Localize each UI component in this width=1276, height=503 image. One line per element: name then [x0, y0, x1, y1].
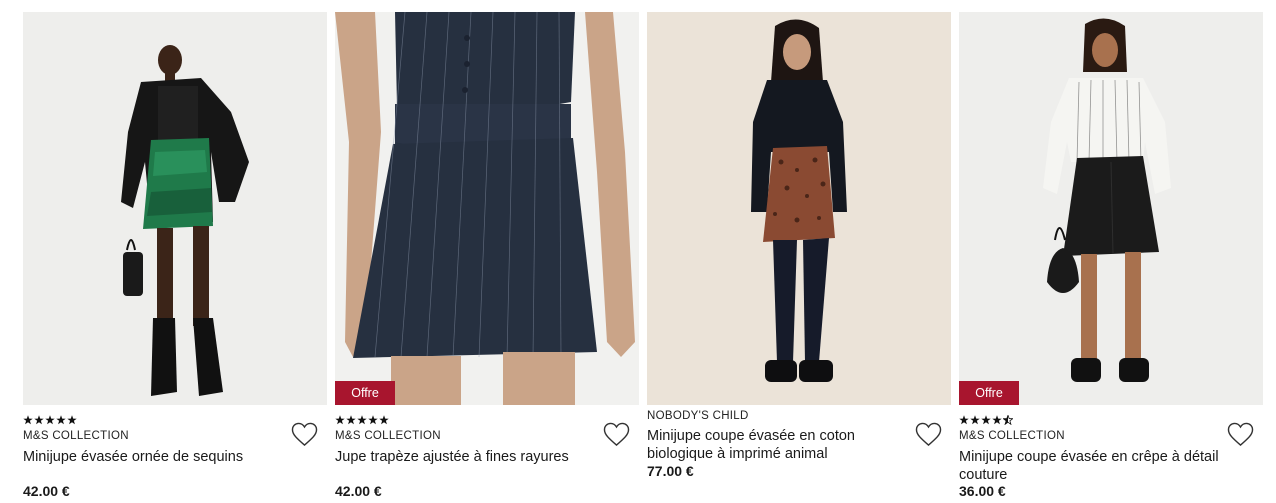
star-icon	[23, 415, 33, 425]
product-info: M&S COLLECTION Minijupe évasée ornée de …	[23, 413, 327, 503]
offer-badge[interactable]: Offre	[335, 381, 395, 405]
product-info: NOBODY'S CHILD Minijupe coupe évasée en …	[647, 410, 951, 503]
product-title[interactable]: Minijupe évasée ornée de sequins	[23, 448, 283, 466]
product-card[interactable]: M&S COLLECTION Minijupe évasée ornée de …	[23, 12, 327, 503]
product-title[interactable]: Minijupe coupe évasée en crêpe à détail …	[959, 448, 1219, 484]
star-icon	[379, 415, 389, 425]
product-card[interactable]: NOBODY'S CHILD Minijupe coupe évasée en …	[647, 12, 951, 503]
star-icon	[357, 415, 367, 425]
star-icon	[992, 415, 1002, 425]
heart-outline-icon	[1227, 422, 1253, 446]
star-icon	[346, 415, 356, 425]
star-icon	[45, 415, 55, 425]
star-icon	[368, 415, 378, 425]
star-half-icon	[1003, 415, 1013, 425]
wishlist-button[interactable]	[1225, 419, 1255, 449]
heart-outline-icon	[603, 422, 629, 446]
product-info: M&S COLLECTION Jupe trapèze ajustée à fi…	[335, 413, 639, 503]
product-brand: M&S COLLECTION	[335, 430, 441, 442]
heart-outline-icon	[291, 422, 317, 446]
product-photo-pinstripe-skirt	[335, 12, 639, 405]
rating-stars	[959, 415, 1013, 425]
product-price: 42.00 €	[335, 483, 382, 499]
product-grid: M&S COLLECTION Minijupe évasée ornée de …	[0, 0, 1276, 503]
star-icon	[959, 415, 969, 425]
product-brand: M&S COLLECTION	[23, 430, 129, 442]
wishlist-button[interactable]	[601, 419, 631, 449]
heart-outline-icon	[915, 422, 941, 446]
wishlist-button[interactable]	[913, 419, 943, 449]
star-icon	[981, 415, 991, 425]
product-info: M&S COLLECTION Minijupe coupe évasée en …	[959, 413, 1263, 503]
rating-stars	[335, 415, 389, 425]
product-photo-sequin-skirt	[23, 12, 327, 405]
star-icon	[970, 415, 980, 425]
product-brand: M&S COLLECTION	[959, 430, 1065, 442]
product-image[interactable]: Offre	[959, 12, 1263, 405]
star-icon	[335, 415, 345, 425]
product-card[interactable]: Offre M&S COLLECTION Jupe trapèze ajusté…	[335, 12, 639, 503]
product-price: 36.00 €	[959, 483, 1006, 499]
product-photo-animal-print-skirt	[647, 12, 951, 405]
product-title[interactable]: Jupe trapèze ajustée à fines rayures	[335, 448, 595, 466]
wishlist-button[interactable]	[289, 419, 319, 449]
rating-stars	[23, 415, 77, 425]
product-photo-crepe-skirt	[959, 12, 1263, 405]
product-price: 42.00 €	[23, 483, 70, 499]
product-image[interactable]	[647, 12, 951, 405]
product-title[interactable]: Minijupe coupe évasée en coton biologiqu…	[647, 427, 907, 463]
product-brand: NOBODY'S CHILD	[647, 410, 749, 422]
product-card[interactable]: Offre M&S COLLECTION Minijupe coupe évas…	[959, 12, 1263, 503]
product-price: 77.00 €	[647, 463, 694, 479]
star-icon	[34, 415, 44, 425]
product-image[interactable]: Offre	[335, 12, 639, 405]
star-icon	[56, 415, 66, 425]
star-icon	[67, 415, 77, 425]
product-image[interactable]	[23, 12, 327, 405]
offer-badge[interactable]: Offre	[959, 381, 1019, 405]
